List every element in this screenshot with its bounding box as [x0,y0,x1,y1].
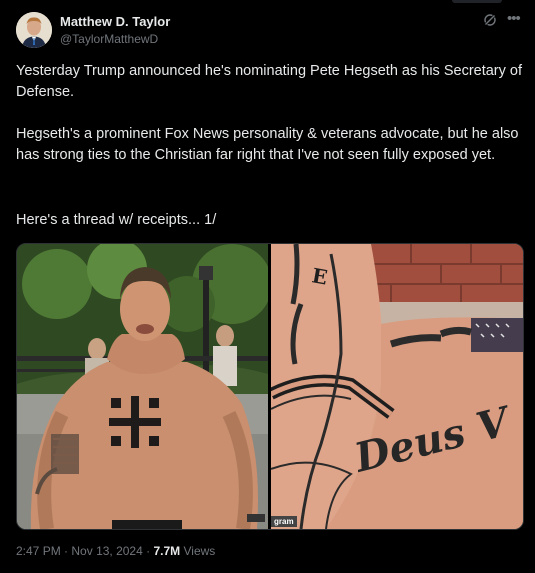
tweet-meta: 2:47 PM · Nov 13, 2024 · 7.7M Views [16,544,215,558]
more-icon[interactable]: ••• [507,11,521,26]
tweet-paragraph-3: Here's a thread w/ receipts... 1/ [16,212,217,228]
tweet-time[interactable]: 2:47 PM [16,544,61,558]
meta-separator: · [64,544,69,558]
tweet-paragraph-1: Yesterday Trump announced he's nominatin… [16,63,523,100]
tweet-date[interactable]: Nov 13, 2024 [71,544,142,558]
media-image-right[interactable]: E Deus V [268,244,523,529]
grok-icon[interactable] [483,13,497,27]
tweet: Matthew D. Taylor @TaylorMatthewD ••• Ye… [0,0,535,573]
author-name[interactable]: Matthew D. Taylor [60,14,170,29]
media-overlay-label: gram [271,516,297,527]
top-pill [452,0,502,3]
meta-separator: · [146,544,151,558]
media-grid: E Deus V gram [16,243,524,530]
media-image-left[interactable] [17,244,272,529]
views-label: Views [183,544,216,558]
avatar[interactable] [16,12,52,48]
tweet-paragraph-2: Hegseth's a prominent Fox News personali… [16,126,519,163]
author-handle[interactable]: @TaylorMatthewD [60,32,158,46]
image-carousel-dots [138,521,152,529]
views-count: 7.7M [153,544,181,558]
